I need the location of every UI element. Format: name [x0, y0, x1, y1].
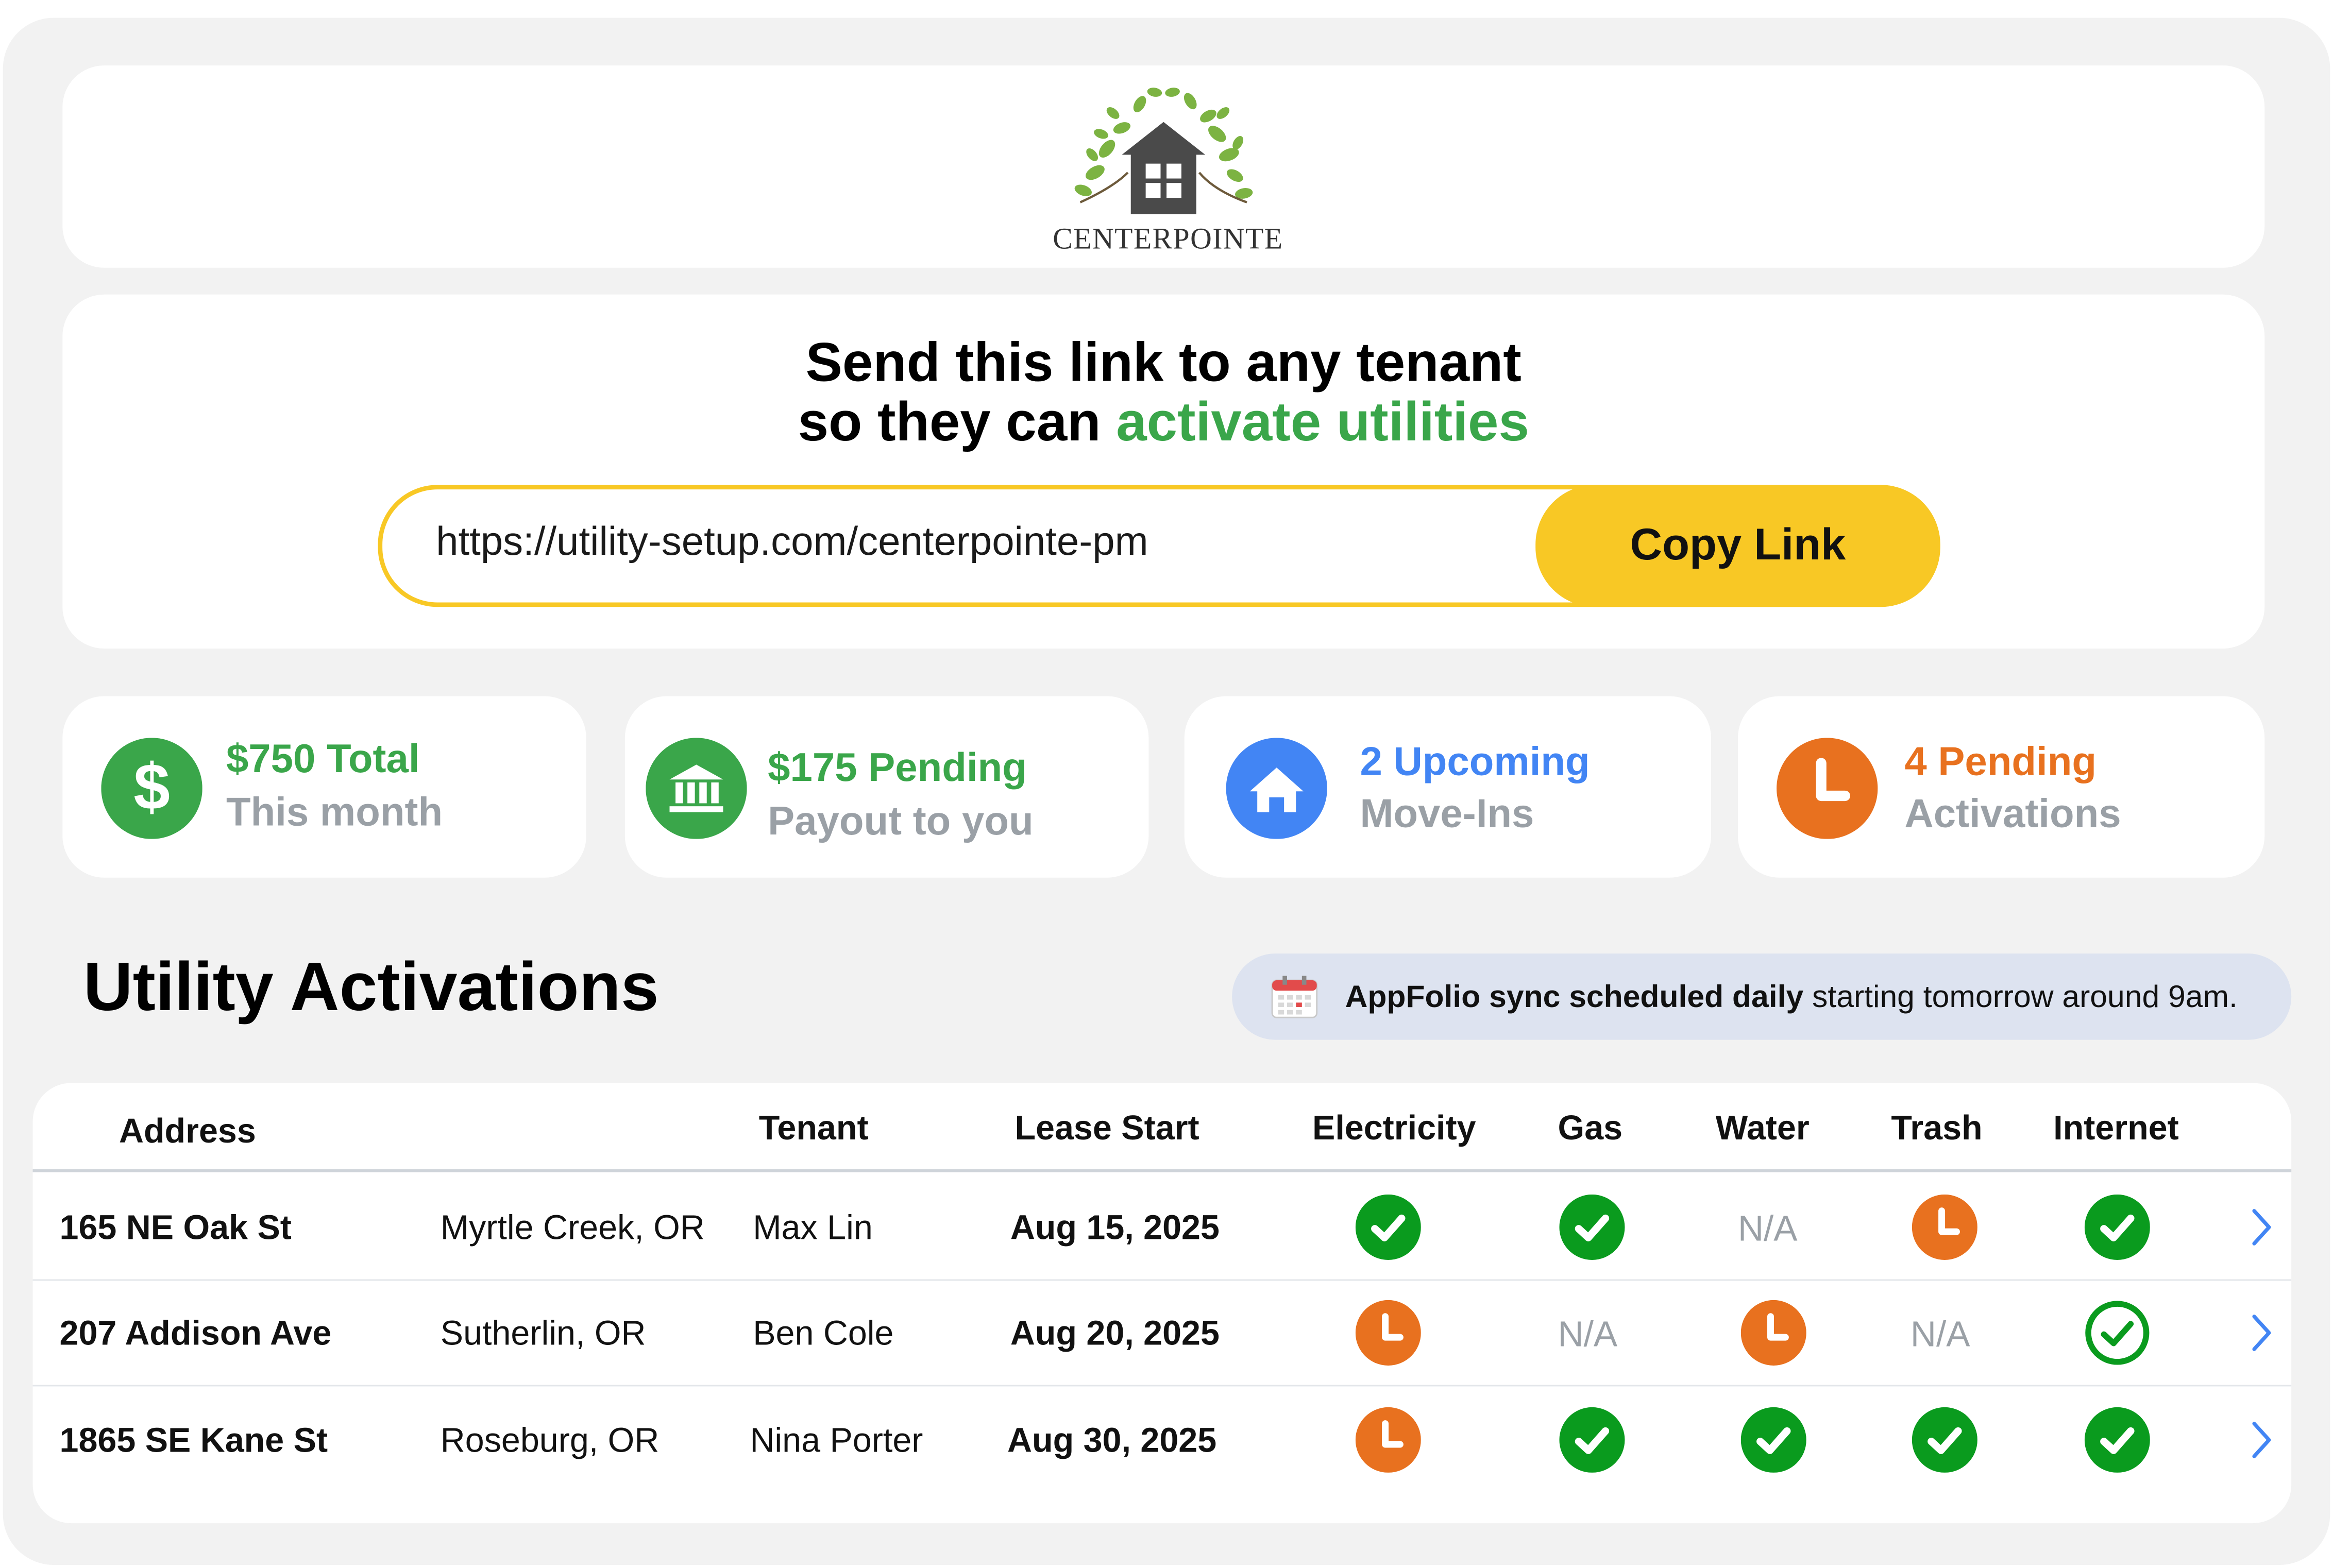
stat-subtitle: Activations: [1904, 791, 2121, 836]
header-lease-start: Lease Start: [1015, 1108, 1199, 1147]
sync-text: AppFolio sync scheduled daily starting t…: [1345, 980, 2238, 1016]
header-address: Address: [119, 1111, 256, 1150]
stat-title: 4 Pending: [1904, 739, 2097, 784]
sync-banner: AppFolio sync scheduled daily starting t…: [1232, 953, 2292, 1040]
header-gas: Gas: [1558, 1108, 1623, 1147]
house-icon: [1226, 738, 1327, 839]
share-link-card: Send this link to any tenant so they can…: [62, 294, 2265, 649]
cell-city: Roseburg, OR: [440, 1420, 660, 1459]
header-divider: [32, 1169, 2292, 1172]
trash-check-circle-icon: [1912, 1407, 1977, 1473]
headline-line-2: so they can activate utilities: [62, 391, 2264, 452]
sync-text-rest: starting tomorrow around 9am.: [1803, 980, 2238, 1015]
chevron-right-icon[interactable]: [2248, 1312, 2275, 1354]
brand-name: CENTERPOINTE: [1053, 223, 1283, 256]
stat-card-move-ins: 2 Upcoming Move-Ins: [1184, 696, 1711, 878]
headline-highlight: activate utilities: [1116, 391, 1529, 452]
headline-prefix: so they can: [798, 391, 1117, 452]
cell-city: Myrtle Creek, OR: [440, 1207, 705, 1247]
copy-link-button[interactable]: Copy Link: [1535, 485, 1940, 607]
stat-card-payout: $175 Pending Payout to you: [624, 696, 1149, 878]
header-water: Water: [1715, 1108, 1810, 1147]
gas-check-circle-icon: [1559, 1407, 1625, 1473]
stat-card-total: $ $750 Total This month: [62, 696, 586, 878]
table-row[interactable]: 165 NE Oak St Myrtle Creek, OR Max Lin Aug …: [32, 1173, 2292, 1281]
cell-tenant: Max Lin: [753, 1207, 873, 1247]
cell-lease-start: Aug 30, 2025: [1007, 1420, 1217, 1459]
dollar-icon: $: [101, 738, 202, 839]
stat-subtitle: Move-Ins: [1360, 791, 1534, 836]
link-url-text[interactable]: https://utility-setup.com/centerpointe-p…: [436, 519, 1148, 566]
cell-lease-start: Aug 20, 2025: [1010, 1313, 1220, 1353]
cell-tenant: Ben Cole: [753, 1313, 894, 1353]
trash-pending-clock-icon: [1912, 1194, 1977, 1260]
sync-text-bold: AppFolio sync scheduled daily: [1345, 980, 1804, 1015]
centerpointe-logo: [1074, 88, 1253, 214]
header-electricity: Electricity: [1312, 1108, 1476, 1147]
cell-city: Sutherlin, OR: [440, 1313, 646, 1353]
svg-text:$: $: [133, 750, 170, 823]
table-row[interactable]: 207 Addison Ave Sutherlin, OR Ben Cole Aug …: [32, 1280, 2292, 1387]
cell-address: 165 NE Oak St: [59, 1207, 292, 1247]
cell-lease-start: Aug 15, 2025: [1010, 1207, 1220, 1247]
clock-icon: [1777, 738, 1878, 839]
gas-check-circle-icon: [1559, 1194, 1625, 1260]
table-row[interactable]: 1865 SE Kane St Roseburg, OR Nina Porter Au…: [33, 1386, 2292, 1492]
stat-title: $750 Total: [226, 736, 420, 781]
internet-check-circle-icon: [2084, 1407, 2150, 1473]
electricity-check-circle-icon: [1355, 1194, 1421, 1260]
brand-header: CENTERPOINTE: [62, 65, 2265, 268]
water-check-circle-icon: [1740, 1407, 1806, 1473]
electricity-pending-clock-icon: [1355, 1407, 1421, 1473]
internet-check-circle-outline-icon: [2085, 1300, 2150, 1366]
header-trash: Trash: [1891, 1108, 1983, 1147]
link-field[interactable]: https://utility-setup.com/centerpointe-p…: [378, 485, 1940, 607]
cell-address: 1865 SE Kane St: [59, 1420, 328, 1459]
stat-card-activations: 4 Pending Activations: [1737, 696, 2265, 878]
cell-gas-na: N/A: [1558, 1315, 1618, 1355]
chevron-right-icon[interactable]: [2248, 1419, 2275, 1461]
bank-icon: [646, 738, 747, 839]
activations-table: Address Tenant Lease Start Electricity G…: [32, 1083, 2292, 1524]
stat-title: 2 Upcoming: [1360, 739, 1590, 784]
headline-line-1: Send this link to any tenant: [805, 331, 1521, 393]
cell-trash-na: N/A: [1910, 1315, 1970, 1355]
electricity-pending-clock-icon: [1355, 1300, 1421, 1366]
header-tenant: Tenant: [758, 1108, 869, 1147]
cell-tenant: Nina Porter: [750, 1420, 923, 1459]
water-pending-clock-icon: [1740, 1300, 1806, 1366]
header-internet: Internet: [2053, 1108, 2179, 1147]
cell-address: 207 Addison Ave: [59, 1313, 332, 1353]
section-title: Utility Activations: [83, 947, 659, 1025]
stat-title: $175 Pending: [768, 745, 1027, 790]
stat-subtitle: This month: [226, 790, 443, 835]
cell-water-na: N/A: [1737, 1209, 1798, 1250]
chevron-right-icon[interactable]: [2248, 1206, 2275, 1248]
calendar-icon: [1271, 976, 1318, 1018]
stat-subtitle: Payout to you: [768, 798, 1034, 844]
internet-check-circle-icon: [2084, 1194, 2150, 1260]
